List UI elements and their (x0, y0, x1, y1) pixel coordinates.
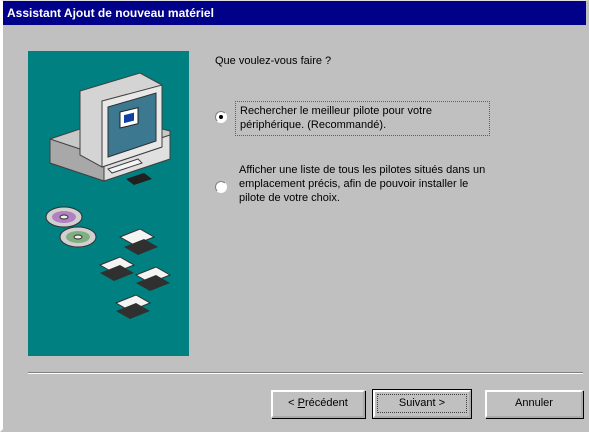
cd-disc-icon (45, 206, 97, 248)
button-divider (28, 372, 583, 374)
cancel-button[interactable]: Annuler (485, 390, 583, 418)
title-bar[interactable]: Assistant Ajout de nouveau matériel (3, 1, 586, 25)
back-button-label: récédent (305, 397, 348, 409)
option-label[interactable]: Afficher une liste de tous les pilotes s… (239, 163, 569, 205)
back-button-prefix: < (288, 397, 298, 409)
next-button-label: Suivant > (377, 394, 467, 413)
wizard-question: Que voulez-vous faire ? (215, 55, 332, 67)
radio-selected-dot-icon (219, 115, 223, 119)
radio-show-driver-list[interactable] (215, 181, 227, 193)
option-label-line: emplacement précis, afin de pouvoir inst… (239, 178, 469, 190)
option-label-line: périphérique. (Recommandé). (240, 119, 387, 131)
wizard-window: Assistant Ajout de nouveau matériel Que … (0, 0, 589, 432)
option-label[interactable]: Rechercher le meilleur pilote pour votre… (235, 101, 490, 136)
option-label-line: pilote de votre choix. (239, 192, 340, 204)
option-label-line: Afficher une liste de tous les pilotes s… (239, 164, 486, 176)
wizard-illustration (28, 51, 189, 356)
radio-search-best-driver[interactable] (215, 111, 227, 123)
back-button-mnemonic: P (297, 397, 305, 409)
floppy-disk-icon (98, 228, 172, 319)
next-button[interactable]: Suivant > (372, 389, 472, 419)
computer-illustration (45, 72, 172, 319)
option-label-line: Rechercher le meilleur pilote pour votre (240, 105, 432, 117)
window-title: Assistant Ajout de nouveau matériel (7, 6, 214, 20)
back-button[interactable]: < Précédent (271, 390, 365, 418)
